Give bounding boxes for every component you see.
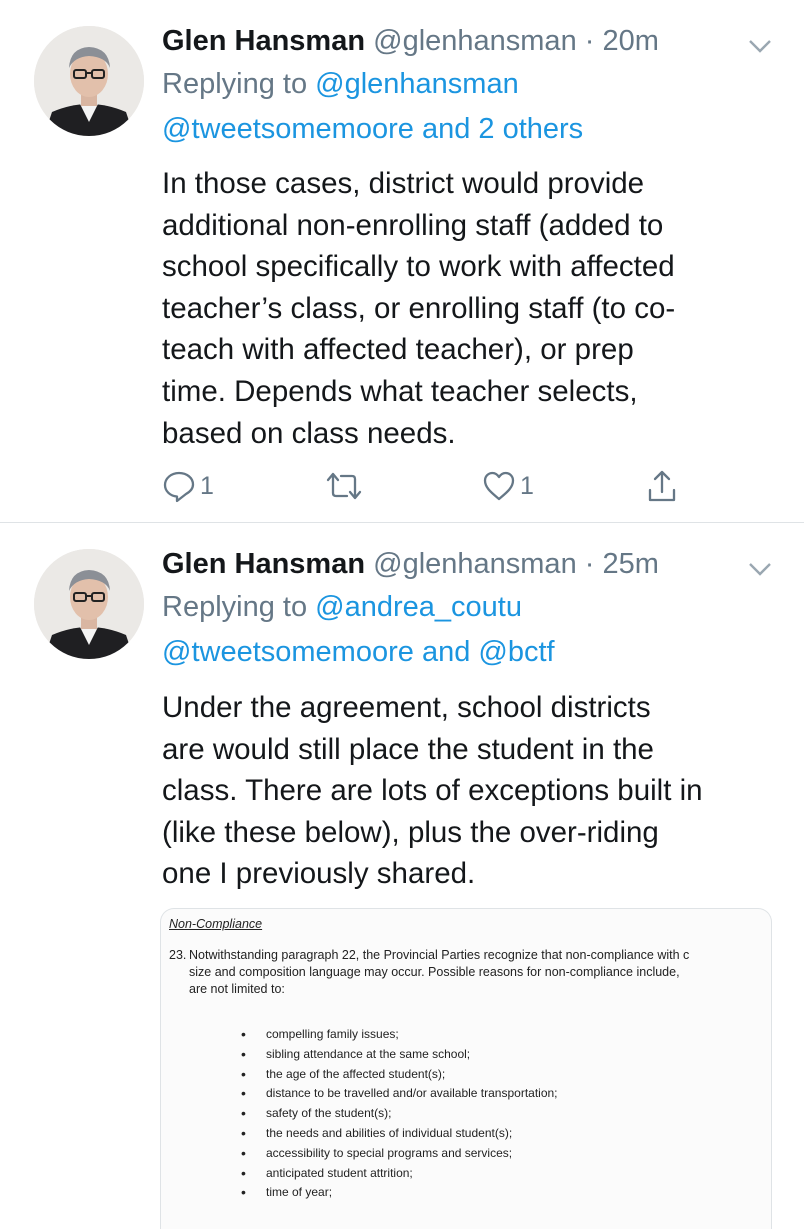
user-handle[interactable]: @glenhansman bbox=[373, 25, 577, 57]
timestamp[interactable]: 25m bbox=[603, 548, 659, 580]
mention-link[interactable]: @andrea_coutu bbox=[315, 591, 522, 623]
mention-link[interactable]: @glenhansman bbox=[315, 68, 519, 100]
list-item: anticipated student attrition; bbox=[241, 1164, 558, 1184]
list-item: safety of the student(s); bbox=[241, 1104, 558, 1124]
paragraph-line: are not limited to: bbox=[189, 982, 285, 996]
document-bullet-list: compelling family issues; sibling attend… bbox=[241, 1025, 558, 1203]
document-heading: Non-Compliance bbox=[169, 917, 263, 931]
like-count: 1 bbox=[520, 471, 534, 500]
replying-to-line: Replying to @glenhansman bbox=[162, 62, 519, 106]
tweet[interactable]: Glen Hansman @glenhansman · 20m Replying… bbox=[0, 0, 804, 522]
tweet-text-line: In those cases, district would provide bbox=[162, 167, 645, 200]
tweet-text-line: are would still place the student in the bbox=[162, 732, 654, 766]
display-name[interactable]: Glen Hansman bbox=[162, 548, 365, 580]
tweet-text-line: Under the agreement, school districts bbox=[162, 691, 651, 724]
share-button[interactable] bbox=[647, 466, 677, 506]
reply-button[interactable]: 1 bbox=[162, 466, 214, 506]
list-item: distance to be travelled and/or availabl… bbox=[241, 1084, 558, 1104]
tweet[interactable]: Glen Hansman @glenhansman · 25m Replying… bbox=[0, 523, 804, 1229]
paragraph-number: 23. bbox=[169, 948, 187, 962]
replying-to-label: Replying to bbox=[162, 68, 308, 100]
separator: · bbox=[584, 548, 595, 580]
chevron-down-icon[interactable] bbox=[746, 559, 774, 579]
avatar[interactable] bbox=[34, 26, 144, 136]
mention-conjunction[interactable]: and bbox=[422, 636, 470, 668]
display-name[interactable]: Glen Hansman bbox=[162, 25, 365, 57]
tweet-text-line: school specifically to work with affecte… bbox=[162, 250, 675, 284]
tweet-text-line: class. There are lots of exceptions buil… bbox=[162, 774, 703, 808]
list-item: accessibility to special programs and se… bbox=[241, 1144, 558, 1164]
reply-icon bbox=[163, 471, 195, 503]
replying-to-line: @tweetsomemoore and 2 others bbox=[162, 107, 583, 151]
replying-to-line: @tweetsomemoore and @bctf bbox=[162, 630, 555, 674]
tweet-text-line: time. Depends what teacher selects, bbox=[162, 374, 638, 408]
tweet-header: Glen Hansman @glenhansman · 25m bbox=[162, 545, 659, 583]
replying-to-label: Replying to bbox=[162, 591, 308, 623]
others-link[interactable]: 2 others bbox=[478, 113, 583, 145]
tweet-actions: 1 1 bbox=[162, 466, 702, 506]
attached-image[interactable]: Non-Compliance 23. Notwithstanding parag… bbox=[160, 908, 772, 1229]
retweet-icon bbox=[326, 472, 362, 500]
user-handle[interactable]: @glenhansman bbox=[373, 548, 577, 580]
mention-link[interactable]: @tweetsomemoore bbox=[162, 113, 414, 145]
reply-count: 1 bbox=[200, 471, 214, 500]
paragraph-line: size and composition language may occur.… bbox=[189, 965, 680, 979]
mention-link[interactable]: @tweetsomemoore bbox=[162, 636, 414, 668]
tweet-text: In those cases, district would provide a… bbox=[162, 163, 782, 454]
share-icon bbox=[648, 470, 676, 502]
list-item: time of year; bbox=[241, 1183, 558, 1203]
tweet-text-line: (like these below), plus the over-riding bbox=[162, 815, 659, 849]
profile-photo bbox=[34, 26, 144, 136]
tweet-text: Under the agreement, school districts ar… bbox=[162, 687, 782, 895]
list-item: the needs and abilities of individual st… bbox=[241, 1124, 558, 1144]
mention-conjunction[interactable]: and bbox=[422, 113, 470, 145]
paragraph-line: Notwithstanding paragraph 22, the Provin… bbox=[189, 948, 690, 962]
list-item: compelling family issues; bbox=[241, 1025, 558, 1045]
tweet-text-line: one I previously shared. bbox=[162, 857, 476, 891]
tweet-text-line: teacher’s class, or enrolling staff (to … bbox=[162, 291, 676, 325]
replying-to-line: Replying to @andrea_coutu bbox=[162, 585, 522, 629]
document-paragraph: 23. Notwithstanding paragraph 22, the Pr… bbox=[169, 947, 771, 998]
like-button[interactable]: 1 bbox=[482, 466, 534, 506]
avatar[interactable] bbox=[34, 549, 144, 659]
chevron-down-icon[interactable] bbox=[746, 36, 774, 56]
tweet-text-line: teach with affected teacher), or prep bbox=[162, 333, 634, 367]
list-item: the age of the affected student(s); bbox=[241, 1065, 558, 1085]
mention-link[interactable]: @bctf bbox=[478, 636, 554, 668]
tweet-header: Glen Hansman @glenhansman · 20m bbox=[162, 22, 659, 60]
tweet-text-line: based on class needs. bbox=[162, 416, 456, 450]
timestamp[interactable]: 20m bbox=[603, 25, 659, 57]
list-item: sibling attendance at the same school; bbox=[241, 1045, 558, 1065]
tweet-text-line: additional non-enrolling staff (added to bbox=[162, 208, 664, 242]
like-icon bbox=[483, 471, 515, 501]
profile-photo bbox=[34, 549, 144, 659]
separator: · bbox=[584, 25, 595, 57]
retweet-button[interactable] bbox=[324, 466, 364, 506]
